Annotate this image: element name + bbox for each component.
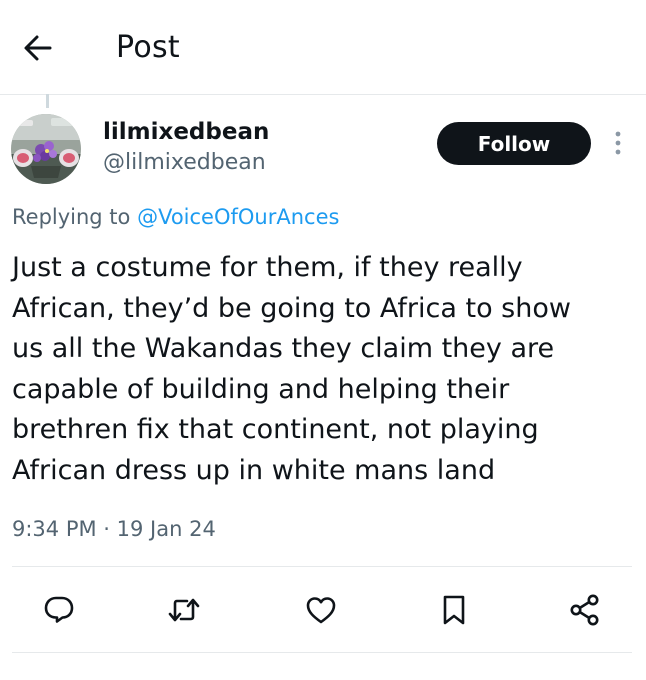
more-vertical-icon	[615, 131, 621, 155]
replying-to-label: Replying to	[12, 205, 138, 229]
more-options-button[interactable]	[608, 128, 628, 158]
avatar[interactable]	[11, 114, 81, 184]
author-handle[interactable]: @lilmixedbean	[103, 148, 266, 178]
replying-to-line: Replying to @VoiceOfOurAnces	[12, 200, 339, 234]
divider-bottom	[12, 652, 632, 653]
like-icon	[306, 597, 336, 624]
top-bar: Post	[0, 0, 646, 95]
reply-icon	[44, 596, 74, 623]
author-display-name[interactable]: lilmixedbean	[103, 117, 269, 147]
thread-connector-line	[46, 94, 49, 108]
replying-to-mention-link[interactable]: @VoiceOfOurAnces	[137, 205, 339, 229]
retweet-icon	[168, 598, 200, 622]
retweet-button[interactable]	[164, 590, 204, 630]
back-button[interactable]	[18, 28, 58, 68]
like-button[interactable]	[301, 590, 341, 630]
reply-button[interactable]	[39, 590, 79, 630]
follow-button[interactable]: Follow	[437, 122, 591, 165]
bookmark-button[interactable]	[434, 590, 474, 630]
avatar-image	[11, 114, 81, 184]
page-title: Post	[116, 30, 180, 65]
bookmark-icon	[443, 595, 465, 625]
divider-top	[12, 566, 632, 567]
share-button[interactable]	[565, 590, 605, 630]
post-text: Just a costume for them, if they really …	[12, 252, 571, 486]
action-bar	[0, 582, 646, 638]
arrow-left-icon	[24, 35, 52, 61]
post-timestamp[interactable]: 9:34 PM · 19 Jan 24	[12, 512, 216, 546]
share-icon	[570, 594, 599, 626]
